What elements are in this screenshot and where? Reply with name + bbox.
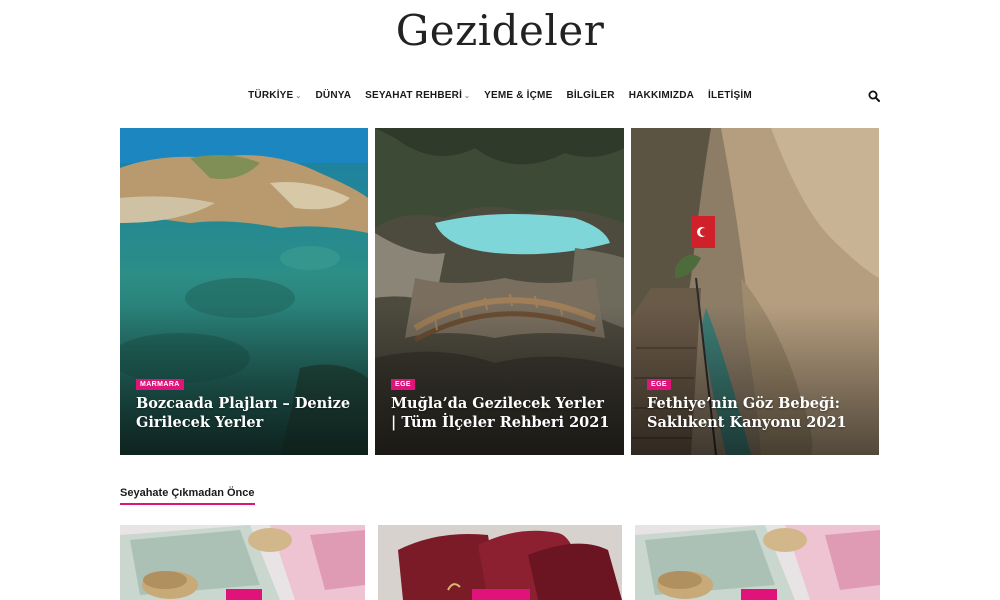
category-badge[interactable] — [472, 589, 530, 600]
search-icon[interactable] — [868, 89, 880, 102]
category-badge[interactable] — [741, 589, 777, 600]
nav-item-label: BİLGİLER — [566, 89, 615, 101]
section-title[interactable]: Seyahate Çıkmadan Önce — [120, 487, 255, 499]
category-badge[interactable] — [226, 589, 262, 600]
section-underline — [120, 503, 255, 505]
featured-post[interactable]: EGE Fethiye’nin Göz Bebeği: Saklıkent Ka… — [631, 128, 879, 455]
chevron-down-icon: ⌄ — [295, 93, 302, 100]
nav-item-label: TÜRKİYE — [248, 89, 294, 101]
post-title[interactable]: Bozcaada Plajları – Denize Girilecek Yer… — [136, 394, 354, 432]
category-badge[interactable]: EGE — [647, 379, 671, 390]
nav-item-label: HAKKIMIZDA — [628, 89, 695, 101]
site-logo[interactable]: Gezideler — [0, 6, 1000, 55]
post-card[interactable] — [635, 525, 880, 600]
post-title[interactable]: Muğla’da Gezilecek Yerler | Tüm İlçeler … — [391, 394, 610, 432]
nav-item-seyahat-rehberi[interactable]: SEYAHAT REHBERİ ⌄ — [365, 90, 470, 101]
nav-item-label: DÜNYA — [315, 89, 352, 101]
category-badge[interactable]: MARMARA — [136, 379, 184, 390]
nav-item-label: YEME & İÇME — [484, 89, 553, 101]
main-nav: TÜRKİYE ⌄ DÜNYA SEYAHAT REHBERİ ⌄ YEME &… — [0, 87, 1000, 103]
nav-item-hakkimizda[interactable]: HAKKIMIZDA — [629, 90, 694, 101]
nav-item-turkiye[interactable]: TÜRKİYE ⌄ — [248, 90, 301, 101]
post-card[interactable] — [120, 525, 365, 600]
category-badge[interactable]: EGE — [391, 379, 415, 390]
post-title[interactable]: Fethiye’nin Göz Bebeği: Saklıkent Kanyon… — [647, 394, 865, 432]
nav-item-yeme-icme[interactable]: YEME & İÇME — [484, 90, 552, 101]
featured-post[interactable]: MARMARA Bozcaada Plajları – Denize Giril… — [120, 128, 368, 455]
post-card[interactable] — [378, 525, 622, 600]
nav-item-iletisim[interactable]: İLETİŞİM — [708, 90, 752, 101]
nav-item-bilgiler[interactable]: BİLGİLER — [566, 90, 614, 101]
chevron-down-icon: ⌄ — [464, 93, 471, 100]
nav-item-label: SEYAHAT REHBERİ — [365, 89, 463, 101]
nav-item-label: İLETİŞİM — [708, 89, 752, 101]
nav-item-dunya[interactable]: DÜNYA — [316, 90, 352, 101]
featured-post[interactable]: EGE Muğla’da Gezilecek Yerler | Tüm İlçe… — [375, 128, 624, 455]
